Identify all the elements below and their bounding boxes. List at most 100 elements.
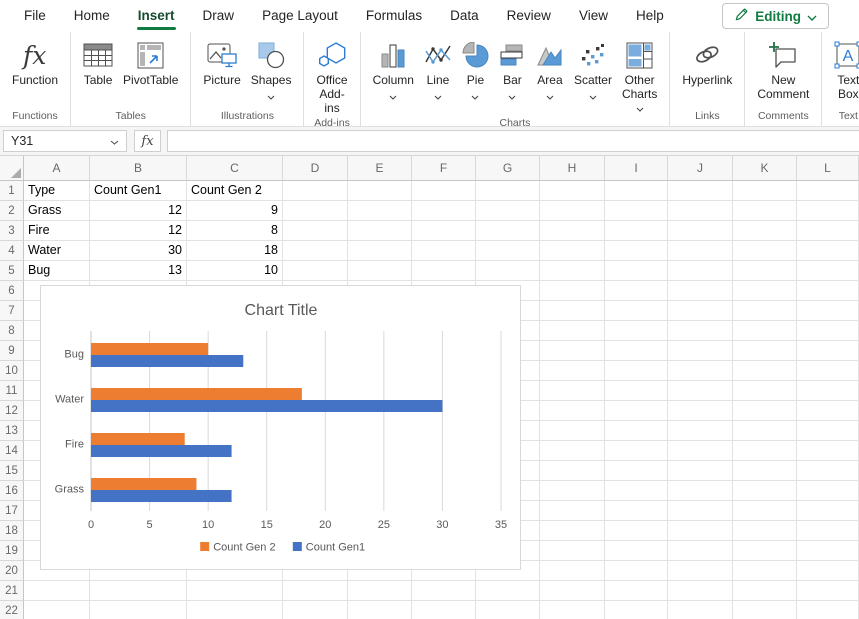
cell-C5[interactable]: 10 xyxy=(187,261,283,281)
cell-I4[interactable] xyxy=(605,241,668,261)
cell-I5[interactable] xyxy=(605,261,668,281)
menu-tab-draw[interactable]: Draw xyxy=(189,0,249,32)
cell-J21[interactable] xyxy=(668,581,733,601)
cell-A1[interactable]: Type xyxy=(24,181,90,201)
chart-legend-swatch-count-gen1[interactable] xyxy=(293,542,302,551)
cell-I15[interactable] xyxy=(605,461,668,481)
cell-E1[interactable] xyxy=(348,181,412,201)
cell-J19[interactable] xyxy=(668,541,733,561)
hyperlink-button[interactable]: Hyperlink xyxy=(677,37,737,87)
cell-J18[interactable] xyxy=(668,521,733,541)
menu-tab-view[interactable]: View xyxy=(565,0,622,32)
cell-H9[interactable] xyxy=(540,341,605,361)
cell-K13[interactable] xyxy=(733,421,797,441)
cell-H13[interactable] xyxy=(540,421,605,441)
cell-L14[interactable] xyxy=(797,441,859,461)
chart-bar-count-gen-2-fire[interactable] xyxy=(91,433,185,445)
column-header-C[interactable]: C xyxy=(187,156,283,181)
cell-H3[interactable] xyxy=(540,221,605,241)
cell-K7[interactable] xyxy=(733,301,797,321)
row-header-9[interactable]: 9 xyxy=(0,341,24,361)
cell-H4[interactable] xyxy=(540,241,605,261)
cell-H11[interactable] xyxy=(540,381,605,401)
cell-L10[interactable] xyxy=(797,361,859,381)
cell-I22[interactable] xyxy=(605,601,668,619)
cell-L8[interactable] xyxy=(797,321,859,341)
cell-H7[interactable] xyxy=(540,301,605,321)
chart-bar-count-gen-2-bug[interactable] xyxy=(91,343,208,355)
picture-button[interactable]: Picture xyxy=(198,37,245,87)
line-chart-button[interactable]: Line xyxy=(419,37,457,103)
text-box-button[interactable]: A Text Box xyxy=(829,37,859,101)
column-header-H[interactable]: H xyxy=(540,156,605,181)
cell-H15[interactable] xyxy=(540,461,605,481)
new-comment-button[interactable]: New Comment xyxy=(752,37,814,101)
column-header-D[interactable]: D xyxy=(283,156,348,181)
insert-function-button[interactable]: fx xyxy=(134,130,161,152)
cell-K18[interactable] xyxy=(733,521,797,541)
column-header-K[interactable]: K xyxy=(733,156,797,181)
menu-tab-formulas[interactable]: Formulas xyxy=(352,0,436,32)
cell-K16[interactable] xyxy=(733,481,797,501)
chart-bar-count-gen-2-water[interactable] xyxy=(91,388,302,400)
cell-F2[interactable] xyxy=(412,201,476,221)
cell-A5[interactable]: Bug xyxy=(24,261,90,281)
cell-G22[interactable] xyxy=(476,601,540,619)
row-header-11[interactable]: 11 xyxy=(0,381,24,401)
cell-I20[interactable] xyxy=(605,561,668,581)
column-header-I[interactable]: I xyxy=(605,156,668,181)
cell-H21[interactable] xyxy=(540,581,605,601)
column-chart-button[interactable]: Column xyxy=(368,37,419,103)
cell-E5[interactable] xyxy=(348,261,412,281)
row-header-19[interactable]: 19 xyxy=(0,541,24,561)
cell-I7[interactable] xyxy=(605,301,668,321)
cell-L16[interactable] xyxy=(797,481,859,501)
cell-I3[interactable] xyxy=(605,221,668,241)
cell-K2[interactable] xyxy=(733,201,797,221)
chart-bar-count-gen1-fire[interactable] xyxy=(91,445,232,457)
row-header-20[interactable]: 20 xyxy=(0,561,24,581)
cell-L4[interactable] xyxy=(797,241,859,261)
cell-J20[interactable] xyxy=(668,561,733,581)
cell-L9[interactable] xyxy=(797,341,859,361)
cell-E3[interactable] xyxy=(348,221,412,241)
formula-input[interactable] xyxy=(167,130,859,152)
pivottable-button[interactable]: PivotTable xyxy=(118,37,183,87)
cell-I17[interactable] xyxy=(605,501,668,521)
cell-B3[interactable]: 12 xyxy=(90,221,187,241)
cell-F1[interactable] xyxy=(412,181,476,201)
cell-K1[interactable] xyxy=(733,181,797,201)
column-header-A[interactable]: A xyxy=(24,156,90,181)
cell-D1[interactable] xyxy=(283,181,348,201)
column-header-L[interactable]: L xyxy=(797,156,859,181)
cell-L15[interactable] xyxy=(797,461,859,481)
cell-J10[interactable] xyxy=(668,361,733,381)
cell-H2[interactable] xyxy=(540,201,605,221)
column-header-J[interactable]: J xyxy=(668,156,733,181)
column-header-E[interactable]: E xyxy=(348,156,412,181)
cell-K11[interactable] xyxy=(733,381,797,401)
row-header-8[interactable]: 8 xyxy=(0,321,24,341)
cell-E21[interactable] xyxy=(348,581,412,601)
cell-G1[interactable] xyxy=(476,181,540,201)
cell-I10[interactable] xyxy=(605,361,668,381)
cell-H20[interactable] xyxy=(540,561,605,581)
row-header-21[interactable]: 21 xyxy=(0,581,24,601)
pie-chart-button[interactable]: Pie xyxy=(457,37,494,103)
cell-J16[interactable] xyxy=(668,481,733,501)
cell-A3[interactable]: Fire xyxy=(24,221,90,241)
cell-L17[interactable] xyxy=(797,501,859,521)
cell-K12[interactable] xyxy=(733,401,797,421)
cell-B21[interactable] xyxy=(90,581,187,601)
cell-I11[interactable] xyxy=(605,381,668,401)
cell-B5[interactable]: 13 xyxy=(90,261,187,281)
cell-I21[interactable] xyxy=(605,581,668,601)
cell-I9[interactable] xyxy=(605,341,668,361)
cell-C2[interactable]: 9 xyxy=(187,201,283,221)
other-charts-button[interactable]: Other Charts xyxy=(617,37,662,115)
row-header-17[interactable]: 17 xyxy=(0,501,24,521)
column-header-B[interactable]: B xyxy=(90,156,187,181)
cell-J9[interactable] xyxy=(668,341,733,361)
menu-tab-review[interactable]: Review xyxy=(493,0,565,32)
cell-G4[interactable] xyxy=(476,241,540,261)
